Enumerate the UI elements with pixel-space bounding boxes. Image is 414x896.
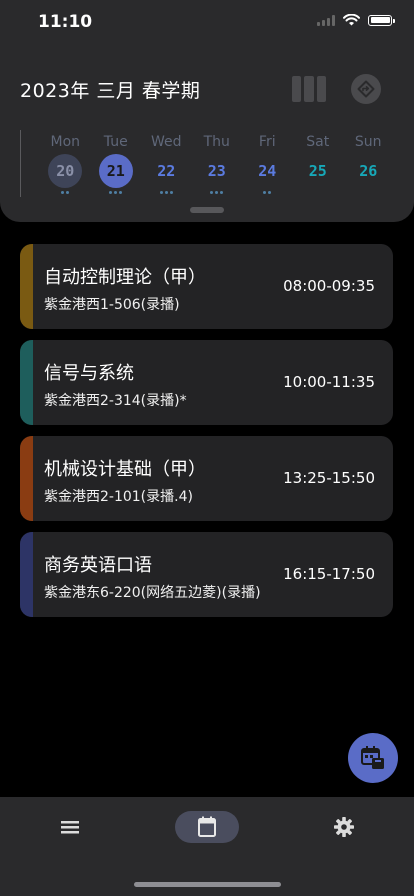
calendar-add-icon <box>361 746 384 769</box>
day-date-circle: 25 <box>301 154 335 188</box>
course-dots <box>159 191 173 197</box>
course-location: 紫金港西2-314(录播)* <box>44 393 187 409</box>
course-dots <box>109 191 123 197</box>
course-color-bar <box>20 340 33 425</box>
nav-calendar-button[interactable] <box>175 811 239 843</box>
course-dots <box>263 191 272 197</box>
day-fri[interactable]: Fri 24 <box>242 132 293 197</box>
day-date: 26 <box>359 162 378 180</box>
add-course-fab[interactable] <box>348 733 398 783</box>
course-dot <box>169 191 173 194</box>
day-name: Sat <box>306 134 330 150</box>
course-time: 08:00-09:35 <box>283 277 375 295</box>
course-dot <box>215 191 219 194</box>
course-card[interactable]: 自动控制理论（甲） 紫金港西1-506(录播) 08:00-09:35 <box>20 244 393 329</box>
status-bar: 11:10 <box>0 0 414 44</box>
day-thu[interactable]: Thu 23 <box>192 132 243 197</box>
course-dot <box>159 191 163 194</box>
week-divider <box>20 130 21 197</box>
course-dot <box>268 191 272 194</box>
term-title: 2023年 三月 春学期 <box>20 80 201 102</box>
signal-icon <box>317 14 335 26</box>
course-location: 紫金港西1-506(录播) <box>44 297 180 313</box>
course-name: 机械设计基础（甲） <box>44 459 206 480</box>
day-date: 22 <box>157 162 176 180</box>
day-date: 25 <box>308 162 327 180</box>
day-name: Thu <box>203 134 230 150</box>
course-dot <box>220 191 224 194</box>
course-dot <box>109 191 113 194</box>
status-time: 11:10 <box>38 12 93 32</box>
day-name: Wed <box>150 134 182 150</box>
course-dots <box>61 191 70 197</box>
course-name: 自动控制理论（甲） <box>44 267 206 288</box>
course-dot <box>61 191 65 194</box>
course-dot <box>119 191 123 194</box>
course-color-bar <box>20 244 33 329</box>
nav-settings-button[interactable] <box>324 811 364 843</box>
wifi-icon <box>343 14 360 26</box>
course-location: 紫金港西2-101(录播.4) <box>44 489 193 505</box>
day-date-circle: 20 <box>48 154 83 188</box>
week-header-panel: 11:10 2023年 三月 春学期 Mon 20 Tue 21 Wed 22 … <box>0 0 414 222</box>
nav-list-button[interactable] <box>50 811 90 843</box>
battery-icon <box>368 14 395 26</box>
calendar-icon <box>198 816 216 837</box>
week-strip: Mon 20 Tue 21 Wed 22 Thu 23 Fri 24 Sat 2… <box>40 132 412 197</box>
course-color-bar <box>20 436 33 521</box>
day-sun[interactable]: Sun 26 <box>343 132 394 197</box>
day-sat[interactable]: Sat 25 <box>293 132 344 197</box>
course-card[interactable]: 商务英语口语 紫金港东6-220(网络五边菱)(录播) 16:15-17:50 <box>20 532 393 617</box>
course-time: 16:15-17:50 <box>283 565 375 583</box>
course-time: 13:25-15:50 <box>283 469 375 487</box>
status-icons <box>317 14 395 26</box>
today-button[interactable] <box>351 74 381 104</box>
course-dot <box>66 191 70 194</box>
course-dot <box>164 191 168 194</box>
today-arrow-icon <box>357 80 375 98</box>
day-date-circle: 22 <box>149 154 183 188</box>
course-name: 商务英语口语 <box>44 555 152 576</box>
day-date-circle: 24 <box>250 154 284 188</box>
day-date: 24 <box>258 162 277 180</box>
day-wed[interactable]: Wed 22 <box>141 132 192 197</box>
course-card[interactable]: 机械设计基础（甲） 紫金港西2-101(录播.4) 13:25-15:50 <box>20 436 393 521</box>
course-time: 10:00-11:35 <box>283 373 375 391</box>
day-date: 21 <box>106 162 125 180</box>
day-name: Tue <box>103 134 128 150</box>
home-indicator <box>134 882 281 887</box>
day-date-circle: 21 <box>98 154 133 188</box>
drag-handle[interactable] <box>190 207 224 213</box>
course-dots <box>210 191 224 197</box>
course-dot <box>114 191 118 194</box>
day-date-circle: 23 <box>200 154 234 188</box>
day-date: 20 <box>56 162 75 180</box>
day-name: Sun <box>354 134 382 150</box>
gear-icon <box>334 817 354 837</box>
course-name: 信号与系统 <box>44 363 134 384</box>
course-card[interactable]: 信号与系统 紫金港西2-314(录播)* 10:00-11:35 <box>20 340 393 425</box>
course-color-bar <box>20 532 33 617</box>
day-date: 23 <box>207 162 226 180</box>
day-name: Fri <box>258 134 276 150</box>
course-dot <box>263 191 267 194</box>
day-mon[interactable]: Mon 20 <box>40 132 91 197</box>
day-date-circle: 26 <box>351 154 385 188</box>
grid-view-icon[interactable] <box>292 76 326 102</box>
day-name: Mon <box>50 134 81 150</box>
course-dot <box>210 191 214 194</box>
day-tue[interactable]: Tue 21 <box>91 132 142 197</box>
list-icon <box>61 821 79 834</box>
course-location: 紫金港东6-220(网络五边菱)(录播) <box>44 585 261 601</box>
